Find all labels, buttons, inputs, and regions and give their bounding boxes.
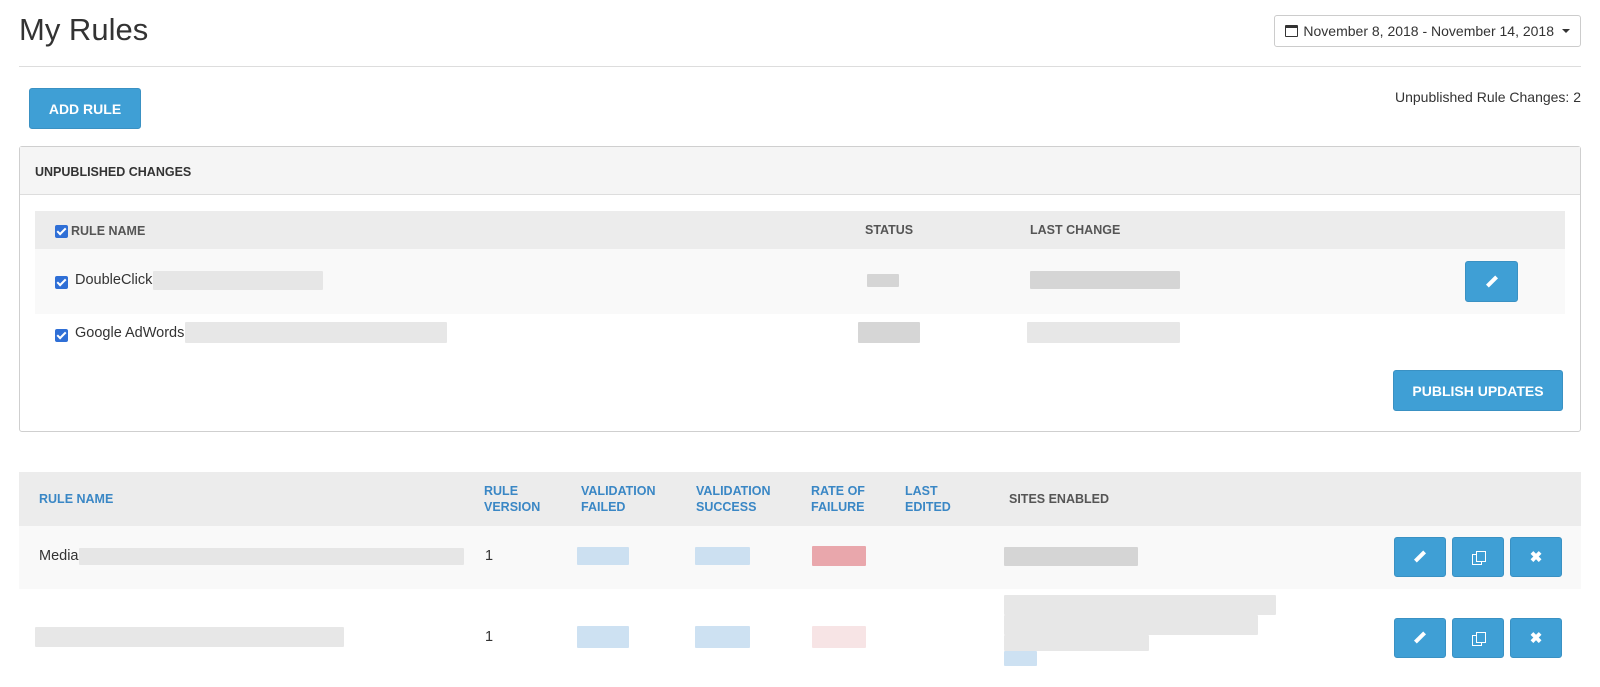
table-row: Google AdWords — [35, 314, 1565, 367]
table-row: Media 1 ✖ — [19, 526, 1581, 589]
page-header: My Rules November 8, 2018 - November 14,… — [19, 0, 1581, 67]
column-rule-name[interactable]: RULE NAME — [39, 491, 113, 507]
redacted-validation-success — [695, 626, 750, 648]
rate-of-failure-bar — [812, 626, 866, 648]
copy-button[interactable] — [1452, 618, 1504, 658]
redacted-last-change — [1030, 271, 1180, 289]
table-header: RULE NAME RULE VERSION VALIDATION FAILED V… — [19, 472, 1581, 526]
pencil-icon — [1486, 276, 1498, 288]
rule-version: 1 — [485, 629, 494, 645]
redacted-text — [35, 627, 344, 647]
redacted-sites-enabled — [1004, 615, 1258, 635]
add-rule-button[interactable]: ADD RULE — [29, 88, 141, 129]
close-icon: ✖ — [1529, 548, 1543, 566]
redacted-sites-enabled — [1004, 651, 1037, 666]
column-status: STATUS — [865, 223, 914, 237]
redacted-sites-enabled — [1004, 547, 1138, 566]
unpublished-changes-table: RULE NAME STATUS LAST CHANGE DoubleClick… — [35, 211, 1565, 367]
rule-name: DoubleClick — [75, 272, 153, 288]
panel-heading: UNPUBLISHED CHANGES — [20, 147, 1580, 195]
calendar-icon — [1285, 25, 1299, 37]
redacted-status — [858, 322, 920, 343]
rule-version: 1 — [485, 548, 494, 564]
edit-button[interactable] — [1465, 261, 1518, 302]
table-row: DoubleClick — [35, 249, 1565, 314]
unpublished-count: Unpublished Rule Changes: 2 — [1394, 89, 1581, 105]
pencil-icon — [1414, 632, 1426, 644]
caret-down-icon — [1562, 29, 1570, 33]
column-validation-success[interactable]: VALIDATION SUCCESS — [696, 483, 771, 515]
redacted-text — [153, 271, 323, 290]
rule-name: Media — [39, 548, 79, 564]
redacted-text — [79, 548, 464, 565]
column-rule-name: RULE NAME — [71, 224, 146, 238]
row-checkbox[interactable] — [55, 329, 68, 342]
copy-button[interactable] — [1452, 537, 1504, 577]
row-checkbox[interactable] — [55, 276, 68, 289]
redacted-validation-failed — [577, 626, 629, 648]
edit-button[interactable] — [1394, 618, 1446, 658]
delete-button[interactable]: ✖ — [1510, 618, 1562, 658]
copy-icon — [1471, 631, 1486, 646]
redacted-last-change — [1027, 322, 1180, 343]
column-last-change: LAST CHANGE — [1030, 223, 1121, 237]
column-sites-enabled: SITES ENABLED — [1009, 492, 1110, 506]
redacted-validation-failed — [577, 547, 629, 565]
column-rule-version[interactable]: RULE VERSION — [484, 483, 540, 515]
column-validation-failed[interactable]: VALIDATION FAILED — [581, 483, 656, 515]
redacted-validation-success — [695, 547, 750, 565]
redacted-sites-enabled — [1004, 595, 1276, 615]
close-icon: ✖ — [1529, 629, 1543, 647]
date-range-picker[interactable]: November 8, 2018 - November 14, 2018 — [1274, 15, 1581, 47]
rate-of-failure-bar — [812, 546, 866, 566]
pencil-icon — [1414, 551, 1426, 563]
column-last-edited[interactable]: LAST EDITED — [905, 483, 951, 515]
edit-button[interactable] — [1394, 537, 1446, 577]
publish-updates-button[interactable]: PUBLISH UPDATES — [1393, 370, 1563, 411]
redacted-status — [867, 274, 899, 287]
page-title: My Rules — [19, 12, 149, 47]
rules-table: RULE NAME RULE VERSION VALIDATION FAILED V… — [19, 472, 1581, 687]
select-all-checkbox[interactable] — [55, 225, 68, 238]
table-row: 1 ✖ — [19, 589, 1581, 687]
redacted-sites-enabled — [1004, 635, 1149, 651]
delete-button[interactable]: ✖ — [1510, 537, 1562, 577]
unpublished-changes-panel: UNPUBLISHED CHANGES RULE NAME STATUS LAS… — [19, 146, 1581, 432]
rule-name: Google AdWords — [75, 325, 185, 341]
column-rate-of-failure[interactable]: RATE OF FAILURE — [811, 483, 865, 515]
table-header: RULE NAME STATUS LAST CHANGE — [35, 211, 1565, 249]
date-range-text: November 8, 2018 - November 14, 2018 — [1303, 23, 1554, 39]
redacted-text — [185, 322, 447, 343]
copy-icon — [1471, 550, 1486, 565]
